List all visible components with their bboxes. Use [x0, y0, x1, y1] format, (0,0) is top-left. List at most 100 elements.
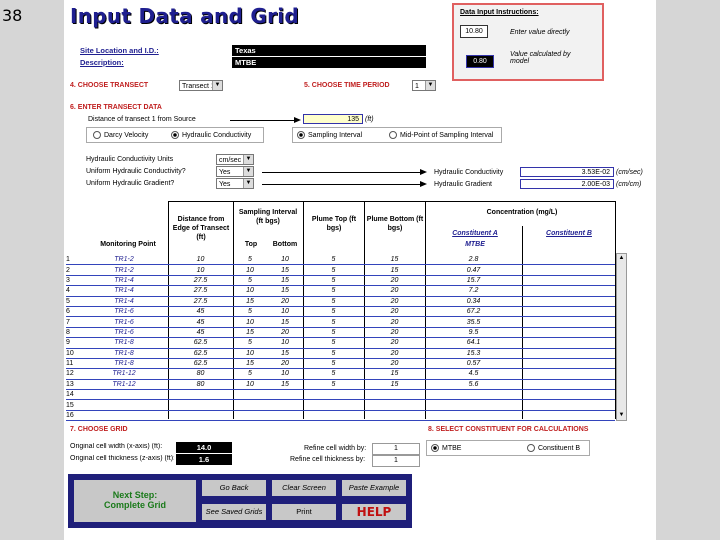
table-cell[interactable] [522, 338, 615, 348]
table-cell[interactable]: 5 [233, 306, 267, 316]
table-cell[interactable]: 10 [233, 265, 267, 275]
table-cell[interactable] [522, 410, 615, 420]
table-cell[interactable]: 10 [168, 265, 233, 275]
table-cell[interactable] [522, 358, 615, 368]
table-cell[interactable]: 10 [168, 255, 233, 265]
table-cell[interactable]: 10 [233, 286, 267, 296]
table-cell[interactable]: 15 [267, 379, 303, 389]
table-cell[interactable]: TR1-6 [80, 317, 168, 327]
table-cell[interactable] [522, 390, 615, 400]
radio-constituent-a[interactable]: MTBE [431, 444, 461, 452]
scroll-up-icon[interactable]: ▲ [617, 254, 626, 263]
table-cell[interactable]: 0.47 [425, 265, 522, 275]
table-cell[interactable]: 5 [233, 338, 267, 348]
table-cell[interactable]: 64.1 [425, 338, 522, 348]
table-cell[interactable]: TR1-8 [80, 358, 168, 368]
table-cell[interactable]: 5 [303, 296, 364, 306]
next-step-button[interactable]: Next Step: Complete Grid [74, 480, 196, 522]
table-cell[interactable]: 20 [267, 327, 303, 337]
description-field[interactable]: MTBE [232, 57, 426, 68]
distance-input[interactable]: 135 [303, 114, 363, 124]
radio-constituent-b[interactable]: Constituent B [527, 444, 580, 452]
paste-example-button[interactable]: Paste Example [342, 480, 406, 496]
go-back-button[interactable]: Go Back [202, 480, 266, 496]
table-cell[interactable] [267, 400, 303, 410]
table-cell[interactable]: 15 [364, 255, 425, 265]
table-cell[interactable] [522, 286, 615, 296]
table-cell[interactable]: 5 [303, 348, 364, 358]
table-cell[interactable]: 20 [364, 296, 425, 306]
table-cell[interactable] [425, 410, 522, 420]
table-cell[interactable]: 80 [168, 379, 233, 389]
table-cell[interactable]: 5 [303, 338, 364, 348]
table-cell[interactable]: 35.5 [425, 317, 522, 327]
table-cell[interactable]: 27.5 [168, 275, 233, 285]
table-cell[interactable]: 20 [267, 296, 303, 306]
table-cell[interactable]: 15 [364, 379, 425, 389]
table-cell[interactable]: 20 [364, 306, 425, 316]
table-cell[interactable]: 67.2 [425, 306, 522, 316]
table-cell[interactable] [425, 400, 522, 410]
table-cell[interactable]: 5.6 [425, 379, 522, 389]
radio-midpoint[interactable]: Mid-Point of Sampling Interval [389, 131, 493, 139]
table-cell[interactable] [522, 296, 615, 306]
table-cell[interactable]: 15 [364, 369, 425, 379]
site-location-field[interactable]: Texas [232, 45, 426, 56]
table-cell[interactable]: 10 [233, 348, 267, 358]
table-cell[interactable]: 27.5 [168, 296, 233, 306]
table-cell[interactable]: TR1-6 [80, 306, 168, 316]
table-cell[interactable] [364, 410, 425, 420]
table-cell[interactable] [233, 410, 267, 420]
table-cell[interactable] [303, 390, 364, 400]
table-cell[interactable]: 5 [303, 265, 364, 275]
table-cell[interactable] [80, 410, 168, 420]
table-cell[interactable]: 5 [303, 286, 364, 296]
table-cell[interactable] [303, 400, 364, 410]
table-cell[interactable]: 20 [364, 317, 425, 327]
table-cell[interactable]: 10 [267, 338, 303, 348]
table-cell[interactable]: 20 [364, 358, 425, 368]
table-cell[interactable] [80, 390, 168, 400]
table-scrollbar[interactable]: ▲ ▼ [616, 253, 627, 421]
table-cell[interactable] [168, 410, 233, 420]
table-cell[interactable]: 2.8 [425, 255, 522, 265]
table-cell[interactable]: 20 [364, 275, 425, 285]
table-cell[interactable]: 20 [364, 348, 425, 358]
transect-dropdown[interactable]: Transect 1 ▼ [179, 80, 223, 91]
table-cell[interactable]: 4.5 [425, 369, 522, 379]
table-cell[interactable]: 15 [267, 265, 303, 275]
table-cell[interactable] [267, 390, 303, 400]
table-cell[interactable]: 10 [233, 317, 267, 327]
table-cell[interactable] [522, 400, 615, 410]
table-cell[interactable]: TR1-12 [80, 379, 168, 389]
table-cell[interactable] [364, 390, 425, 400]
table-cell[interactable]: TR1-4 [80, 296, 168, 306]
table-cell[interactable]: TR1-8 [80, 348, 168, 358]
table-cell[interactable]: 15.3 [425, 348, 522, 358]
table-cell[interactable]: 10 [267, 369, 303, 379]
table-cell[interactable]: 5 [233, 275, 267, 285]
table-cell[interactable]: 62.5 [168, 348, 233, 358]
table-cell[interactable]: 15 [233, 296, 267, 306]
table-cell[interactable]: TR1-12 [80, 369, 168, 379]
table-cell[interactable] [233, 390, 267, 400]
table-cell[interactable]: 20 [364, 286, 425, 296]
scroll-down-icon[interactable]: ▼ [617, 411, 626, 420]
table-cell[interactable] [522, 306, 615, 316]
table-cell[interactable]: 5 [303, 306, 364, 316]
table-cell[interactable]: 5 [303, 379, 364, 389]
table-cell[interactable]: 5 [303, 255, 364, 265]
clear-screen-button[interactable]: Clear Screen [272, 480, 336, 496]
table-cell[interactable]: TR1-6 [80, 327, 168, 337]
table-cell[interactable]: 15 [233, 327, 267, 337]
table-cell[interactable]: 27.5 [168, 286, 233, 296]
table-cell[interactable]: 9.5 [425, 327, 522, 337]
table-cell[interactable]: 7.2 [425, 286, 522, 296]
table-cell[interactable]: 10 [267, 306, 303, 316]
help-button[interactable]: HELP [342, 504, 406, 520]
table-cell[interactable] [522, 255, 615, 265]
table-cell[interactable]: 15 [267, 317, 303, 327]
table-cell[interactable]: 62.5 [168, 338, 233, 348]
table-cell[interactable]: 80 [168, 369, 233, 379]
table-cell[interactable] [267, 410, 303, 420]
